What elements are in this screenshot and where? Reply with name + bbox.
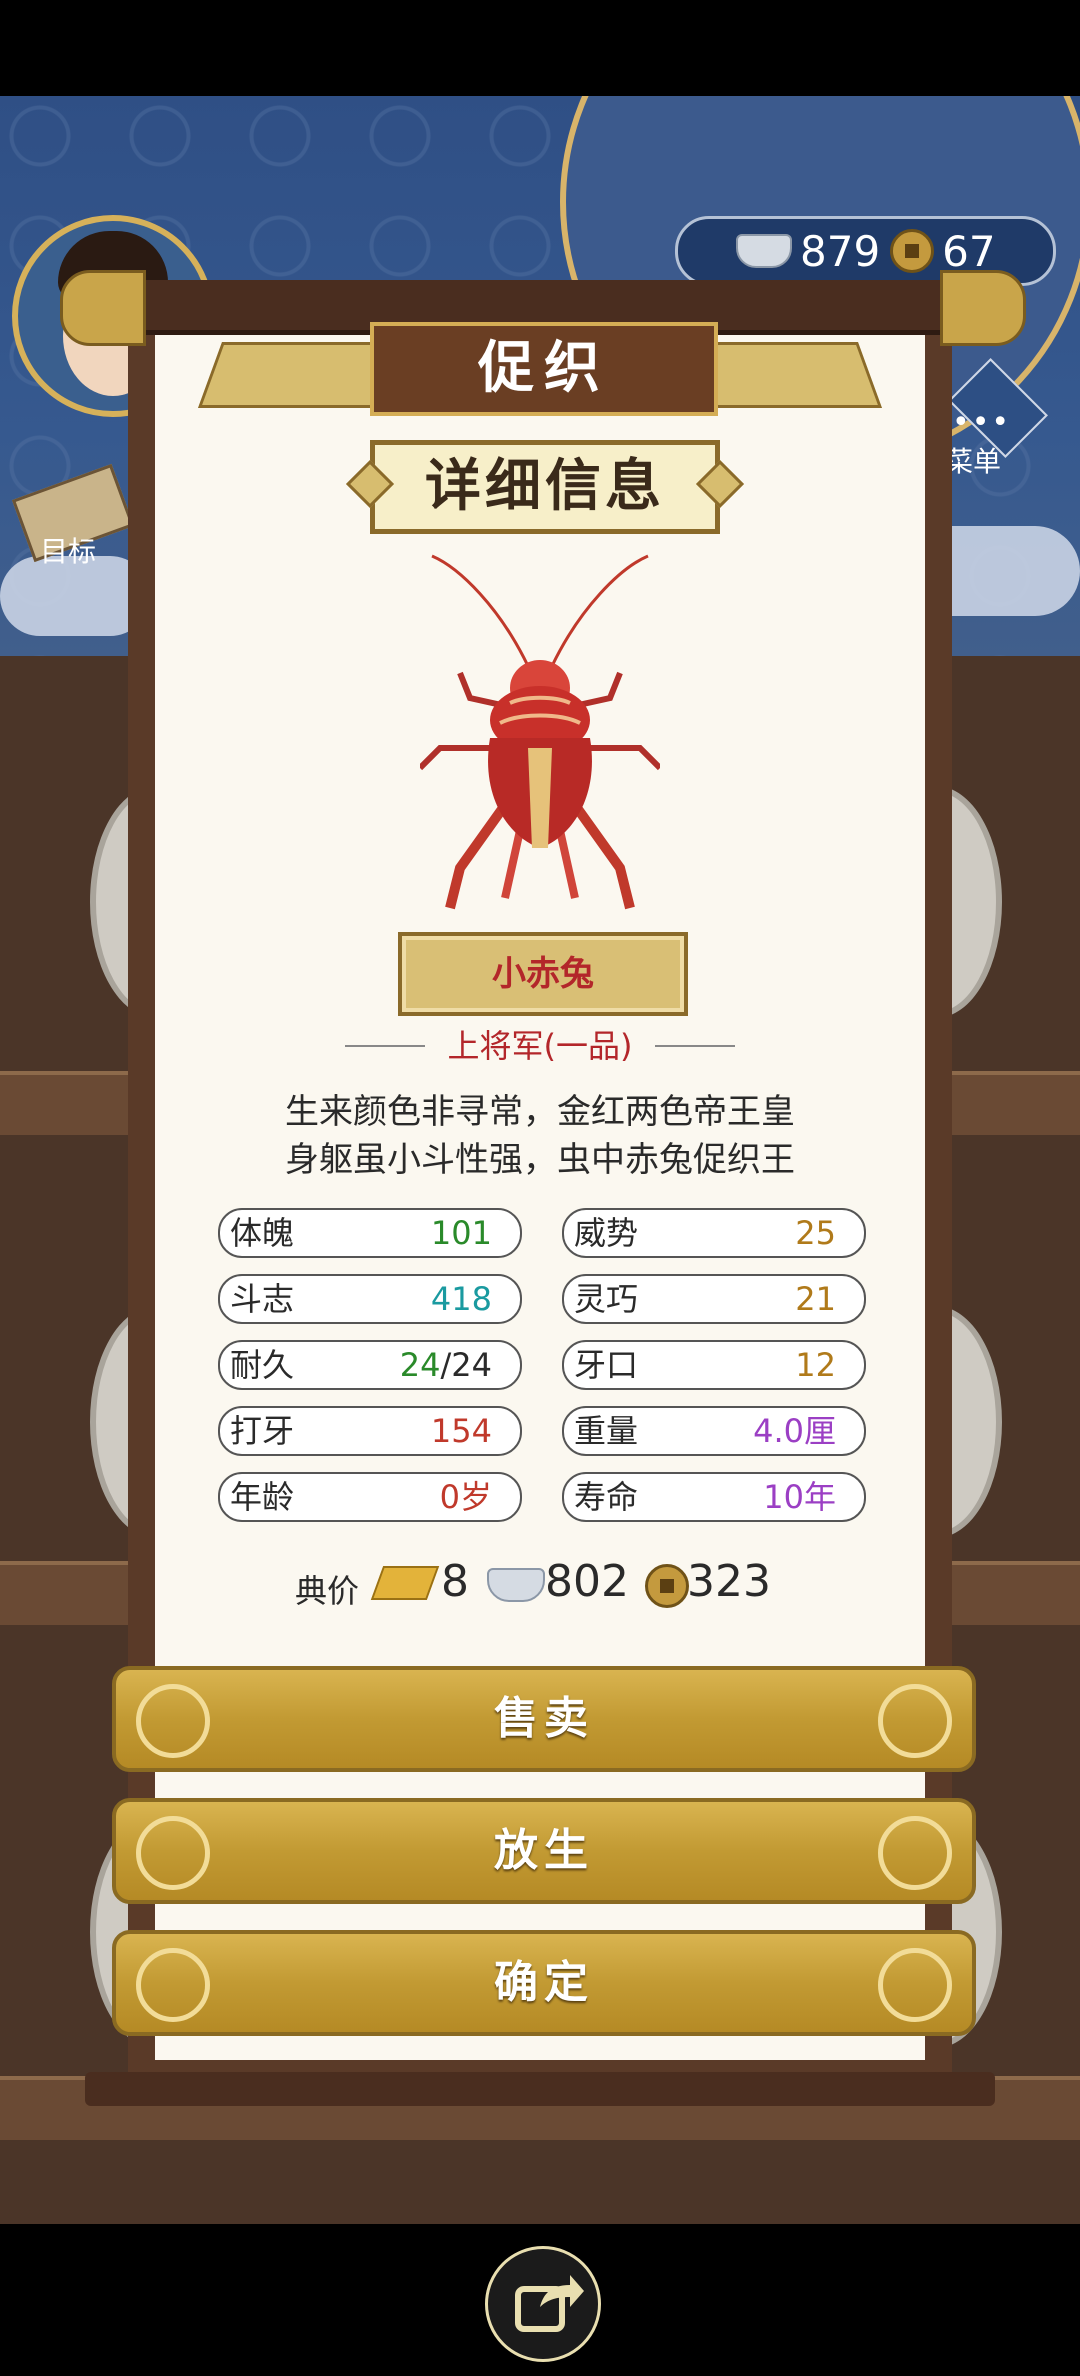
stat-label: 重量	[574, 1412, 639, 1450]
menu-dots: •••	[952, 405, 1012, 440]
stat-label: 寿命	[574, 1478, 639, 1516]
release-button[interactable]: 放生	[112, 1798, 976, 1904]
stat-value: 0岁	[439, 1478, 492, 1516]
stat-agility: 灵巧 21	[562, 1274, 866, 1324]
scroll-bottom-rod	[85, 2072, 995, 2106]
stat-value: 418	[430, 1280, 492, 1318]
stat-fight: 打牙 154	[218, 1406, 522, 1456]
cricket-name: 小赤兔	[398, 932, 688, 1016]
silver-ingot-icon	[736, 234, 792, 268]
copper-coin-icon	[645, 1564, 689, 1608]
stat-lifespan: 寿命 10年	[562, 1472, 866, 1522]
silver-ingot-icon	[487, 1568, 545, 1602]
stat-value: 4.0厘	[753, 1412, 836, 1450]
menu-button-label[interactable]: 菜单	[945, 440, 1001, 480]
stat-value-max: /24	[440, 1346, 493, 1384]
poem-line: 身躯虽小斗性强，虫中赤兔促织王	[285, 1140, 795, 1180]
stat-label: 斗志	[230, 1280, 295, 1318]
stat-value: 101	[430, 1214, 492, 1252]
stat-label: 灵巧	[574, 1280, 639, 1318]
confirm-button[interactable]: 确定	[112, 1930, 976, 2036]
poem-line: 生来颜色非寻常，金红两色帝王皇	[285, 1092, 795, 1132]
stat-value: 154	[430, 1412, 492, 1450]
stat-label: 威势	[574, 1214, 639, 1252]
stat-value: 24	[399, 1346, 441, 1384]
stat-bite: 牙口 12	[562, 1340, 866, 1390]
stat-value: 25	[795, 1214, 836, 1252]
title-plate: 促织	[197, 322, 883, 416]
stat-label: 年龄	[230, 1478, 295, 1516]
panel-title: 促织	[370, 322, 718, 416]
stat-value: 21	[795, 1280, 836, 1318]
gold-bar-icon	[370, 1566, 440, 1600]
sell-button[interactable]: 售卖	[112, 1666, 976, 1772]
stat-morale: 斗志 418	[218, 1274, 522, 1324]
share-icon	[515, 2275, 584, 2332]
price-coins: 323	[687, 1556, 771, 1607]
stat-age: 年龄 0岁	[218, 1472, 522, 1522]
divider	[345, 1045, 425, 1047]
coin-count: 67	[942, 226, 996, 276]
stat-label: 耐久	[230, 1346, 295, 1384]
panel-subtitle: 详细信息	[370, 440, 720, 534]
rank-row: 上将军(一品)	[345, 1026, 735, 1066]
price-row: 典价 8 802 323	[295, 1556, 795, 1610]
price-silver: 802	[545, 1556, 629, 1607]
price-gold: 8	[441, 1556, 469, 1607]
share-button[interactable]	[485, 2246, 601, 2362]
stat-value: 12	[795, 1346, 836, 1384]
stat-label: 牙口	[574, 1346, 639, 1384]
cricket-rank: 上将军(一品)	[447, 1027, 633, 1065]
cricket-illustration	[420, 554, 660, 910]
stat-durability: 耐久 24/24	[218, 1340, 522, 1390]
status-bar	[0, 0, 1080, 96]
stat-label: 体魄	[230, 1214, 295, 1252]
scroll-rod-cap	[60, 270, 146, 346]
stat-label: 打牙	[230, 1412, 295, 1450]
goal-button-label[interactable]: 目标	[40, 530, 96, 570]
cricket-description: 生来颜色非寻常，金红两色帝王皇 身躯虽小斗性强，虫中赤兔促织王	[180, 1088, 900, 1184]
silver-count: 879	[800, 226, 881, 276]
scroll-rod-cap	[940, 270, 1026, 346]
stat-weight: 重量 4.0厘	[562, 1406, 866, 1456]
price-label: 典价	[295, 1572, 360, 1610]
copper-coin-icon	[890, 229, 935, 273]
divider	[655, 1045, 735, 1047]
stat-physique: 体魄 101	[218, 1208, 522, 1258]
stat-value: 10年	[763, 1478, 836, 1516]
stat-might: 威势 25	[562, 1208, 866, 1258]
